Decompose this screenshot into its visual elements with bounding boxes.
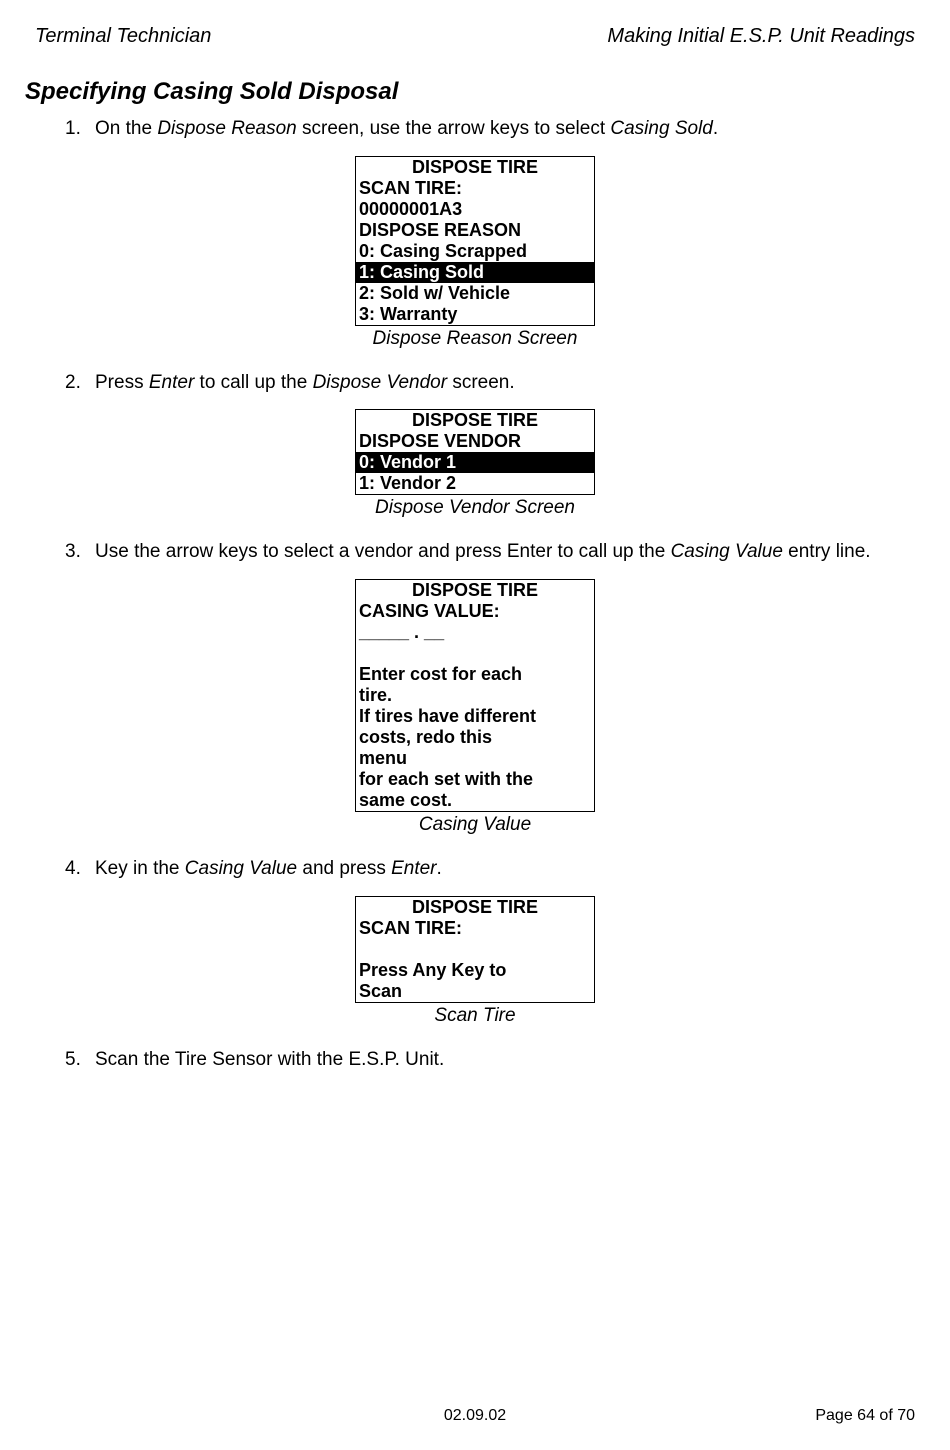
casing-value-screen: DISPOSE TIRE CASING VALUE: _____ . __ En… bbox=[355, 579, 595, 812]
step-text: Scan the Tire Sensor with the E.S.P. Uni… bbox=[95, 1047, 444, 1073]
screen-caption: Casing Value bbox=[355, 814, 595, 836]
screen-title: DISPOSE TIRE bbox=[356, 157, 594, 178]
step-4: 4. Key in the Casing Value and press Ent… bbox=[65, 856, 915, 882]
screen-title: DISPOSE TIRE bbox=[356, 580, 594, 601]
instruction-list: 2. Press Enter to call up the Dispose Ve… bbox=[35, 370, 915, 396]
step-2: 2. Press Enter to call up the Dispose Ve… bbox=[65, 370, 915, 396]
page-footer: 02.09.02 Page 64 of 70 bbox=[35, 1407, 915, 1425]
screen-line: menu bbox=[356, 748, 594, 769]
screen-line: CASING VALUE: bbox=[356, 601, 594, 622]
screen-line: Scan bbox=[356, 981, 594, 1002]
instruction-list: 5. Scan the Tire Sensor with the E.S.P. … bbox=[35, 1047, 915, 1073]
step-number: 4. bbox=[65, 856, 95, 882]
screen-line-selected: 0: Vendor 1 bbox=[356, 452, 594, 473]
screen-line: 1: Vendor 2 bbox=[356, 473, 594, 494]
screen-title: DISPOSE TIRE bbox=[356, 410, 594, 431]
screen-caption: Dispose Reason Screen bbox=[355, 328, 595, 350]
step-3: 3. Use the arrow keys to select a vendor… bbox=[65, 539, 915, 565]
instruction-list: 1. On the Dispose Reason screen, use the… bbox=[35, 116, 915, 142]
instruction-list: 3. Use the arrow keys to select a vendor… bbox=[35, 539, 915, 565]
screen-line: for each set with the bbox=[356, 769, 594, 790]
header-right: Making Initial E.S.P. Unit Readings bbox=[607, 25, 915, 48]
dispose-vendor-screen: DISPOSE TIRE DISPOSE VENDOR 0: Vendor 1 … bbox=[355, 409, 595, 495]
screen-line: _____ . __ bbox=[356, 622, 594, 643]
screen-line: DISPOSE VENDOR bbox=[356, 431, 594, 452]
step-text: On the Dispose Reason screen, use the ar… bbox=[95, 116, 718, 142]
screen-line: 0: Casing Scrapped bbox=[356, 241, 594, 262]
step-number: 5. bbox=[65, 1047, 95, 1073]
screen-line: DISPOSE REASON bbox=[356, 220, 594, 241]
step-1: 1. On the Dispose Reason screen, use the… bbox=[65, 116, 915, 142]
screen-line: 2: Sold w/ Vehicle bbox=[356, 283, 594, 304]
step-text: Use the arrow keys to select a vendor an… bbox=[95, 539, 871, 565]
screen-caption: Dispose Vendor Screen bbox=[355, 497, 595, 519]
step-text: Key in the Casing Value and press Enter. bbox=[95, 856, 442, 882]
screen-line: 00000001A3 bbox=[356, 199, 594, 220]
step-number: 1. bbox=[65, 116, 95, 142]
step-number: 2. bbox=[65, 370, 95, 396]
screen-line: tire. bbox=[356, 685, 594, 706]
screen-caption: Scan Tire bbox=[355, 1005, 595, 1027]
screen-line: SCAN TIRE: bbox=[356, 178, 594, 199]
screen-line: same cost. bbox=[356, 790, 594, 811]
page-header: Terminal Technician Making Initial E.S.P… bbox=[35, 25, 915, 48]
step-text: Press Enter to call up the Dispose Vendo… bbox=[95, 370, 515, 396]
step-5: 5. Scan the Tire Sensor with the E.S.P. … bbox=[65, 1047, 915, 1073]
screen-line bbox=[356, 643, 594, 664]
dispose-reason-screen: DISPOSE TIRE SCAN TIRE: 00000001A3 DISPO… bbox=[355, 156, 595, 326]
screen-line: Press Any Key to bbox=[356, 960, 594, 981]
screen-line bbox=[356, 939, 594, 960]
screen-line: Enter cost for each bbox=[356, 664, 594, 685]
screen-line: costs, redo this bbox=[356, 727, 594, 748]
section-title: Specifying Casing Sold Disposal bbox=[25, 78, 915, 106]
header-left: Terminal Technician bbox=[35, 25, 211, 48]
instruction-list: 4. Key in the Casing Value and press Ent… bbox=[35, 856, 915, 882]
screen-line: If tires have different bbox=[356, 706, 594, 727]
screen-line: SCAN TIRE: bbox=[356, 918, 594, 939]
scan-tire-screen: DISPOSE TIRE SCAN TIRE: Press Any Key to… bbox=[355, 896, 595, 1003]
step-number: 3. bbox=[65, 539, 95, 565]
screen-line-selected: 1: Casing Sold bbox=[356, 262, 594, 283]
footer-date: 02.09.02 bbox=[444, 1407, 506, 1425]
screen-line: 3: Warranty bbox=[356, 304, 594, 325]
screen-title: DISPOSE TIRE bbox=[356, 897, 594, 918]
footer-page: Page 64 of 70 bbox=[815, 1407, 915, 1425]
